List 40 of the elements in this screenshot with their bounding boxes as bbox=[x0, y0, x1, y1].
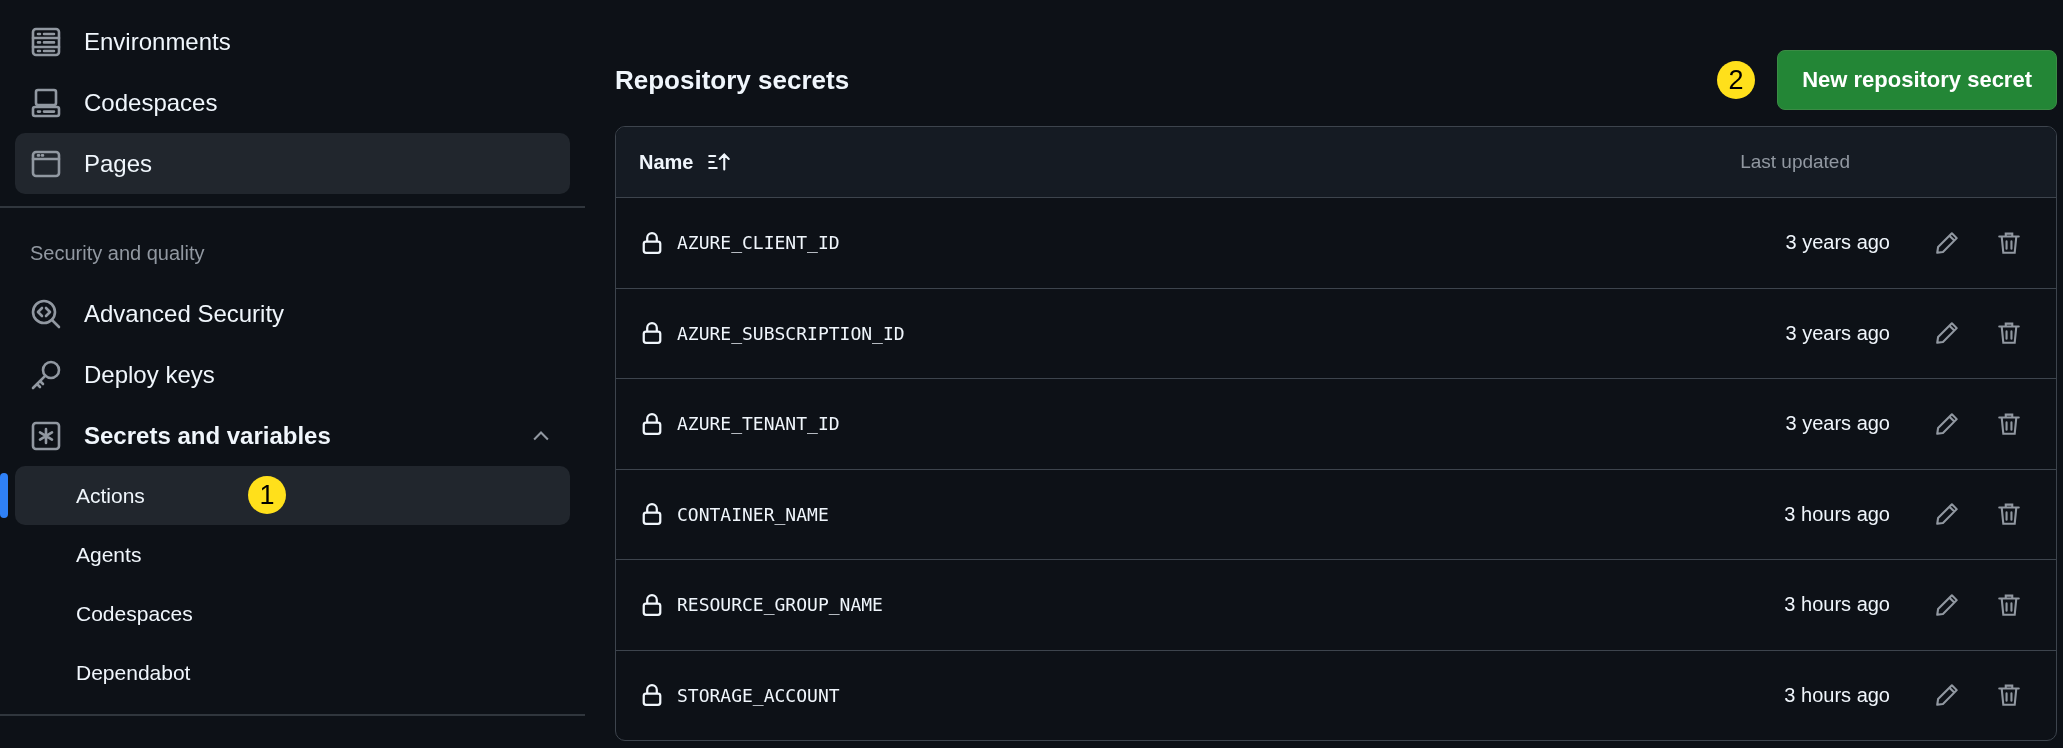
asterisk-icon bbox=[30, 419, 62, 452]
lock-icon bbox=[641, 502, 663, 527]
lock-icon bbox=[641, 230, 663, 255]
lock-icon bbox=[641, 321, 663, 346]
lock-icon bbox=[641, 411, 663, 436]
sidebar-item[interactable]: Secrets and variables bbox=[15, 405, 570, 466]
new-secret-button[interactable]: New repository secret bbox=[1777, 50, 2057, 110]
last-updated: 3 years ago bbox=[1785, 321, 1890, 345]
secret-name: STORAGE_ACCOUNT bbox=[677, 684, 840, 706]
sidebar-item[interactable]: Advanced Security bbox=[15, 283, 570, 344]
last-updated: 3 years ago bbox=[1785, 412, 1890, 436]
column-header: Last updated bbox=[1740, 151, 1850, 173]
lock-icon bbox=[641, 683, 663, 708]
secret-name: CONTAINER_NAME bbox=[677, 503, 829, 525]
secret-name: AZURE_SUBSCRIPTION_ID bbox=[677, 322, 905, 344]
column-header[interactable]: Name bbox=[639, 150, 694, 174]
section-heading: Security and quality bbox=[29, 241, 206, 266]
active-indicator bbox=[0, 473, 8, 518]
sidebar-item[interactable]: Deploy keys bbox=[15, 344, 570, 405]
section-title: Repository secrets bbox=[615, 64, 851, 96]
code-scan-icon bbox=[30, 297, 62, 330]
callout-badge: 2 bbox=[1717, 61, 1756, 99]
sidebar-subitem[interactable]: Dependabot bbox=[15, 643, 570, 702]
last-updated: 3 years ago bbox=[1785, 231, 1890, 255]
sidebar-item[interactable]: Environments bbox=[15, 11, 570, 72]
computer-icon bbox=[30, 86, 62, 119]
key-icon bbox=[30, 358, 62, 391]
server-icon bbox=[30, 25, 62, 58]
sidebar-item[interactable]: Pages bbox=[15, 133, 570, 194]
last-updated: 3 hours ago bbox=[1784, 502, 1890, 526]
lock-icon bbox=[641, 592, 663, 617]
last-updated: 3 hours ago bbox=[1784, 683, 1890, 707]
last-updated: 3 hours ago bbox=[1784, 593, 1890, 617]
sidebar-subitem[interactable]: Codespaces bbox=[15, 584, 570, 643]
sidebar-subitem[interactable]: Agents bbox=[15, 525, 570, 584]
secret-name: AZURE_CLIENT_ID bbox=[677, 232, 840, 254]
sidebar-item[interactable]: Codespaces bbox=[15, 72, 570, 133]
secret-name: RESOURCE_GROUP_NAME bbox=[677, 594, 883, 616]
secret-name: AZURE_TENANT_ID bbox=[677, 413, 840, 435]
callout-badge: 1 bbox=[248, 476, 286, 514]
